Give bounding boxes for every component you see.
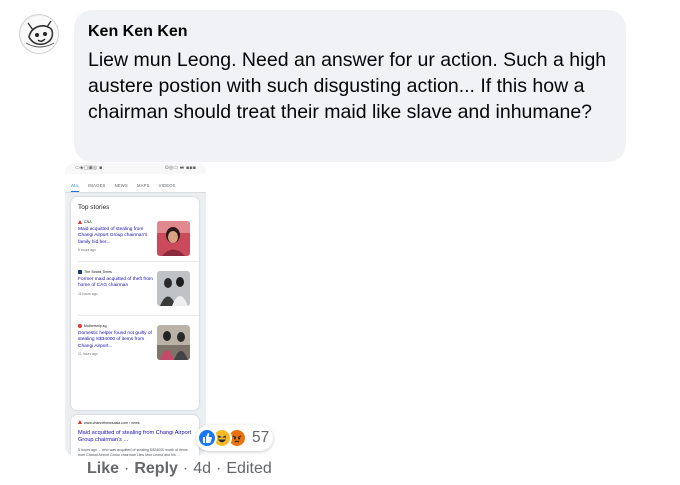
story-title: Former maid acquitted of theft from home…: [78, 277, 153, 289]
story-source: CNA: [84, 220, 92, 224]
story-item: Mothership.sg Domestic helper found not …: [78, 323, 194, 360]
reaction-count: 57: [252, 429, 270, 446]
web-result-card: www.channelnewsasia.com › news Maid acqu…: [71, 415, 199, 456]
edited-label[interactable]: Edited: [226, 460, 271, 478]
tab-images: IMAGES: [88, 183, 106, 188]
search-tabs: ALL IMAGES NEWS MAPS VIDEOS: [65, 174, 206, 193]
cna-logo-icon: [78, 420, 82, 425]
cna-logo-icon: [78, 220, 82, 224]
web-result-snippet: 5 hours ago ... who was acquitted of ste…: [78, 447, 188, 456]
status-right-icons: ⊙◎▭ ▬ ▪▪▪: [164, 165, 196, 171]
straits-times-logo-icon: [78, 270, 82, 274]
tab-videos: VIDEOS: [158, 183, 176, 188]
avatar-image: [21, 16, 58, 53]
comment-actions: Like · Reply · 4d · Edited: [87, 460, 272, 478]
web-result-title: Maid acquitted of stealing from Changi A…: [78, 430, 192, 444]
like-icon: [197, 428, 217, 448]
reactions-summary[interactable]: 57: [196, 425, 274, 451]
comment-text: Liew mun Leong. Need an answer for ur ac…: [88, 49, 607, 123]
story-item: CNA Maid acquitted of stealing from Chan…: [78, 219, 194, 256]
story-source: Mothership.sg: [84, 324, 107, 328]
like-link[interactable]: Like: [87, 460, 119, 478]
story-source: The Straits Times: [84, 270, 112, 274]
top-stories-title: Top stories: [78, 204, 110, 211]
story-title: Maid acquitted of stealing from Changi A…: [78, 227, 148, 245]
story-item: The Straits Times Former maid acquitted …: [78, 269, 194, 306]
web-result-source: www.channelnewsasia.com › news: [84, 420, 140, 425]
story-thumbnail: [157, 271, 190, 306]
comment-bubble: Ken Ken Ken Liew mun Leong. Need an answ…: [74, 10, 626, 162]
comment-author[interactable]: Ken Ken Ken: [88, 22, 612, 42]
separator-dot: ·: [182, 460, 189, 477]
phone-status-bar: ▭◈▢▣◎ ▪ ⊙◎▭ ▬ ▪▪▪: [65, 163, 206, 174]
comment-age[interactable]: 4d: [193, 460, 211, 478]
status-left-icons: ▭◈▢▣◎ ▪: [75, 165, 103, 171]
comment-avatar[interactable]: [19, 14, 59, 54]
separator-dot: ·: [216, 460, 222, 477]
story-title: Domestic helper found not guilty of stea…: [78, 331, 152, 349]
tab-news: NEWS: [114, 183, 128, 188]
story-thumbnail: [157, 325, 190, 360]
tab-maps: MAPS: [136, 183, 150, 188]
separator-dot: ·: [124, 460, 130, 477]
tab-all: ALL: [71, 183, 80, 192]
story-thumbnail: [157, 221, 190, 256]
reply-link[interactable]: Reply: [134, 460, 178, 478]
attached-screenshot[interactable]: ▭◈▢▣◎ ▪ ⊙◎▭ ▬ ▪▪▪ ALL IMAGES NEWS MAPS V…: [65, 163, 206, 456]
top-stories-card: Top stories CNA Maid acquitted of steali…: [71, 197, 199, 410]
mothership-logo-icon: [78, 324, 82, 328]
